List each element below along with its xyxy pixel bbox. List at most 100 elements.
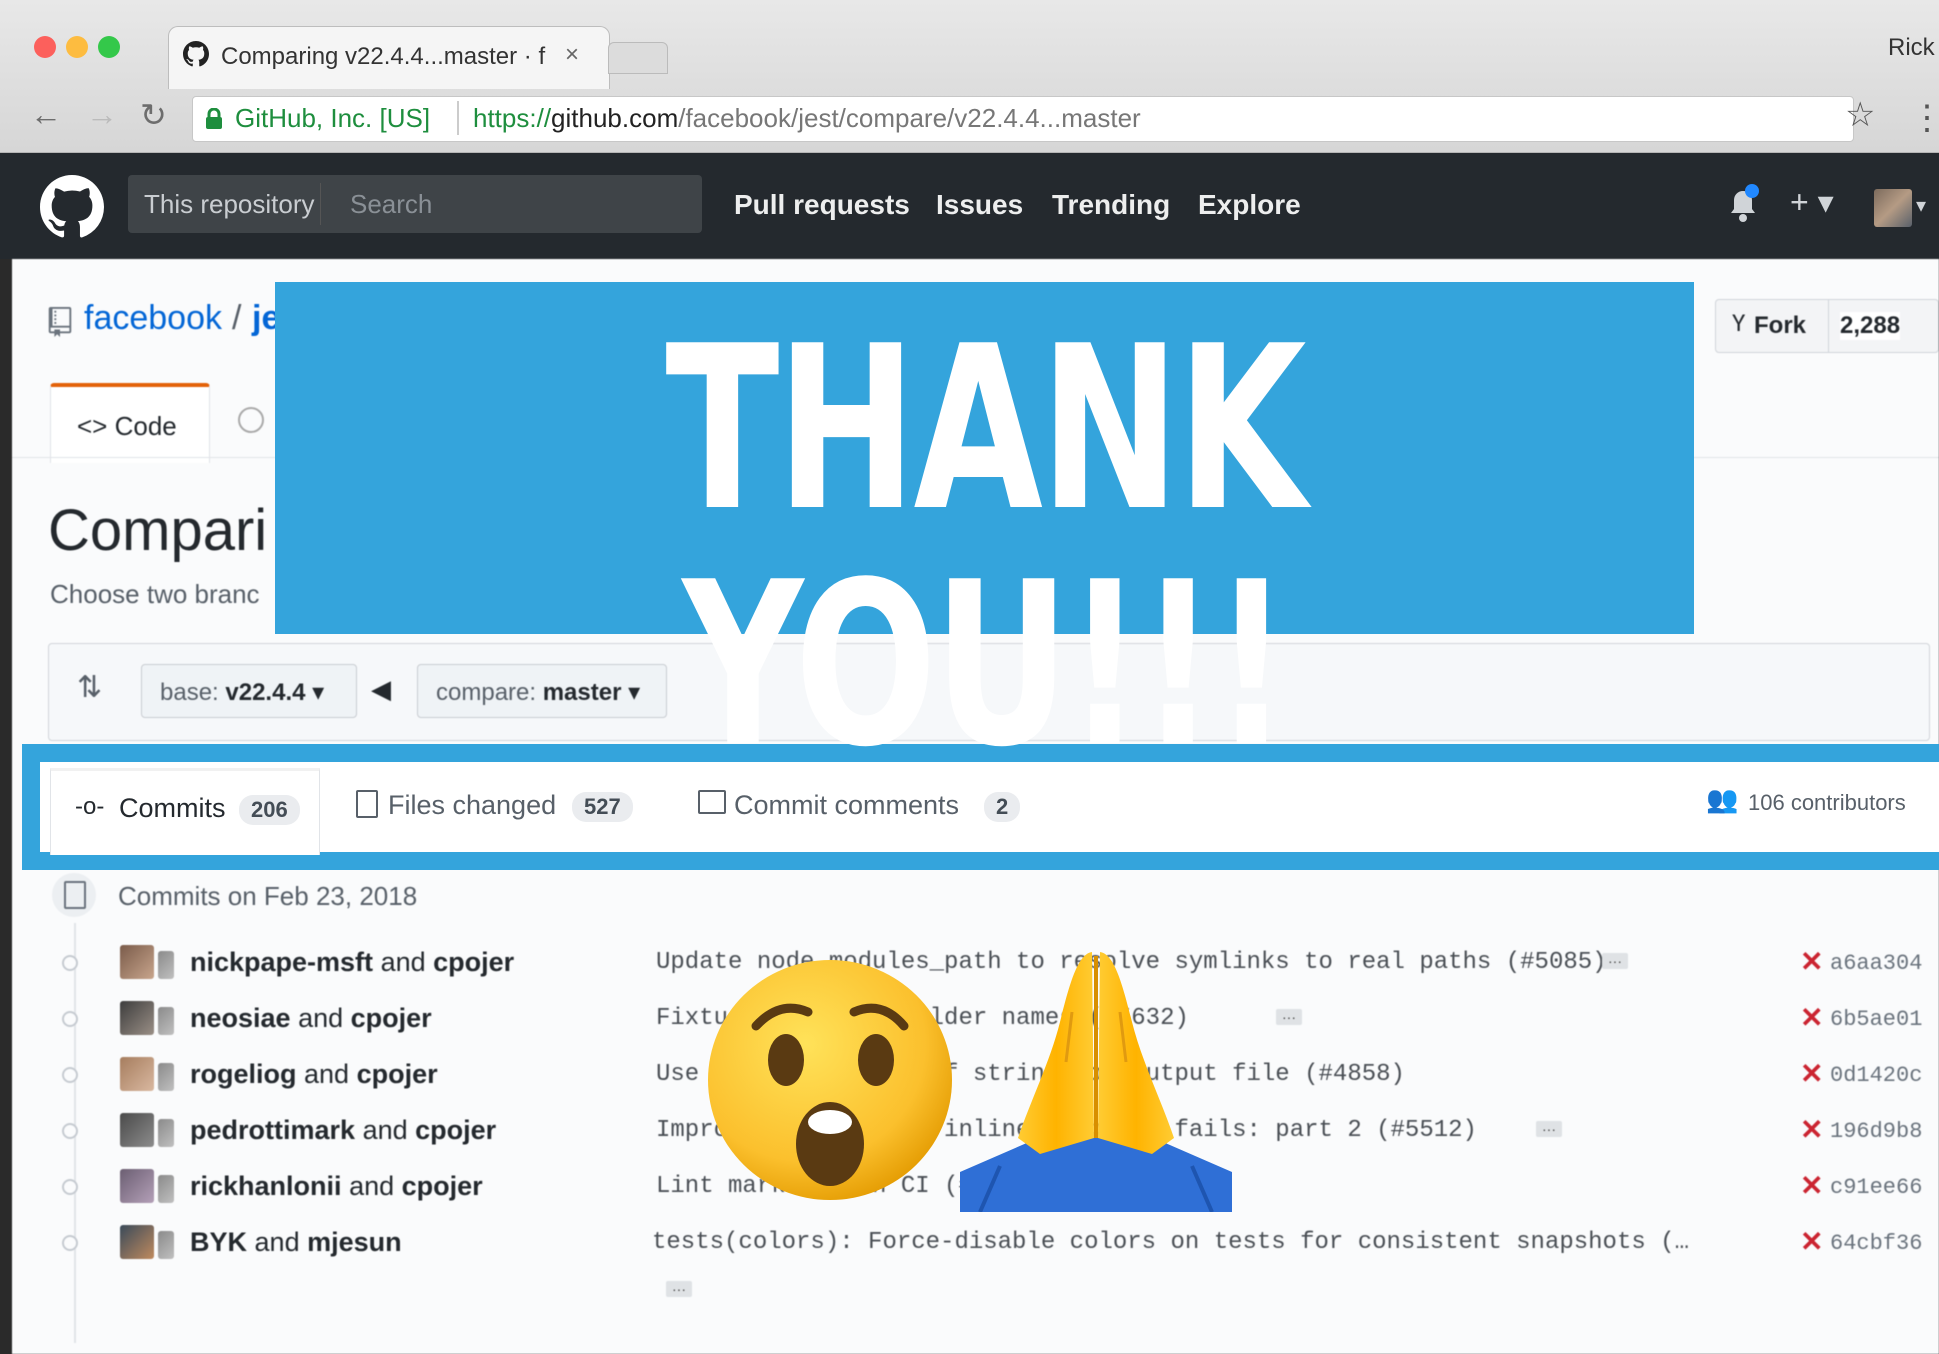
search-divider — [320, 183, 321, 225]
user-avatar[interactable] — [1874, 189, 1912, 227]
nav-trending[interactable]: Trending — [1052, 189, 1170, 221]
close-window-button[interactable] — [34, 36, 56, 58]
coauthor-avatar[interactable] — [158, 1175, 174, 1203]
commit-author-link[interactable]: rogeliog — [190, 1059, 297, 1089]
url-path: /facebook/jest/compare/v22.4.4...master — [678, 103, 1141, 133]
commit-author-link[interactable]: neosiae — [190, 1003, 291, 1033]
commit-coauthor-link[interactable]: cpojer — [415, 1115, 496, 1145]
expand-message-button[interactable]: ··· — [1276, 1009, 1302, 1025]
search-input[interactable]: Search — [350, 189, 432, 220]
ci-failed-icon[interactable]: ✕ — [1800, 1001, 1823, 1034]
minimize-window-button[interactable] — [66, 36, 88, 58]
expand-message-button[interactable]: ··· — [1536, 1121, 1562, 1137]
commit-author-link[interactable]: BYK — [190, 1227, 247, 1257]
commit-coauthor-link[interactable]: cpojer — [433, 947, 514, 977]
ci-failed-icon[interactable]: ✕ — [1800, 1057, 1823, 1090]
nav-explore[interactable]: Explore — [1198, 189, 1301, 221]
forward-arrow-icon[interactable]: → — [86, 96, 118, 133]
commit-sha-link[interactable]: a6aa304 — [1830, 951, 1922, 976]
author-avatar[interactable] — [120, 945, 154, 979]
coauthor-avatar[interactable] — [158, 1231, 174, 1259]
author-joiner: and — [349, 1171, 395, 1201]
contributors-link[interactable]: 106 contributors — [1748, 790, 1906, 816]
ci-failed-icon[interactable]: ✕ — [1800, 1225, 1823, 1258]
browser-menu-icon[interactable]: ⋮ — [1910, 98, 1939, 138]
tab-code[interactable]: <> Code — [50, 383, 210, 463]
repo-owner-link[interactable]: facebook — [84, 299, 222, 338]
commit-sha-link[interactable]: c91ee66 — [1830, 1175, 1922, 1200]
commit-group-heading: Commits on Feb 23, 2018 — [118, 881, 418, 911]
bookmark-star-icon[interactable]: ☆ — [1845, 95, 1875, 135]
fork-button[interactable]: Ү Fork 2,288 — [1715, 299, 1939, 353]
commit-group-icon — [52, 873, 96, 917]
fork-label: Fork — [1754, 312, 1807, 339]
author-joiner: and — [254, 1227, 300, 1257]
commit-author-link[interactable]: nickpape-msft — [190, 947, 373, 977]
author-avatar[interactable] — [120, 1169, 154, 1203]
commit-coauthor-link[interactable]: cpojer — [402, 1171, 483, 1201]
browser-user-name[interactable]: Rick — [1888, 34, 1935, 62]
folded-hands-emoji-icon — [960, 952, 1232, 1212]
notification-bell-icon[interactable] — [1726, 183, 1760, 225]
page-title: Compari — [48, 498, 268, 563]
nav-pull-requests[interactable]: Pull requests — [734, 189, 910, 221]
commit-author-link[interactable]: rickhanlonii — [190, 1171, 342, 1201]
search-box[interactable]: This repository Search — [128, 175, 702, 233]
commit-row: BYK and mjesun tests(colors): Force-disab… — [12, 1217, 1939, 1297]
commit-dot-icon — [62, 1235, 78, 1251]
back-arrow-icon[interactable]: ← — [30, 96, 62, 133]
commit-sha-link[interactable]: 0d1420c — [1830, 1063, 1922, 1088]
fork-icon: Ү — [1732, 310, 1746, 337]
banner-text: THANK YOU!!! — [665, 298, 1306, 797]
browser-tab-active[interactable]: Comparing v22.4.4...master · f × — [168, 26, 610, 89]
reload-icon[interactable]: ↻ — [140, 96, 167, 134]
commit-coauthor-link[interactable]: cpojer — [351, 1003, 432, 1033]
search-scope-label: This repository — [144, 189, 315, 219]
commit-dot-icon — [62, 1123, 78, 1139]
nav-issues[interactable]: Issues — [936, 189, 1023, 221]
coauthor-avatar[interactable] — [158, 1007, 174, 1035]
commit-coauthor-link[interactable]: cpojer — [357, 1059, 438, 1089]
expand-message-button[interactable]: ··· — [666, 1281, 692, 1297]
author-avatar[interactable] — [120, 1225, 154, 1259]
ci-failed-icon[interactable]: ✕ — [1800, 945, 1823, 978]
fork-count[interactable]: 2,288 — [1840, 312, 1901, 340]
issues-tab-icon[interactable] — [238, 407, 264, 433]
address-bar[interactable]: GitHub, Inc. [US] https://github.com/fac… — [192, 96, 1875, 142]
url-scheme: https:// — [473, 103, 552, 133]
swap-branches-icon[interactable]: ⇅ — [77, 670, 102, 705]
commit-message-link[interactable]: tests(colors): Force-disable colors on t… — [652, 1229, 1689, 1256]
new-tab-button[interactable] — [608, 42, 668, 74]
ci-failed-icon[interactable]: ✕ — [1800, 1113, 1823, 1146]
author-joiner: and — [380, 947, 426, 977]
maximize-window-button[interactable] — [98, 36, 120, 58]
create-new-dropdown[interactable]: + ▾ — [1790, 183, 1834, 221]
author-avatar[interactable] — [120, 1057, 154, 1091]
coauthor-avatar[interactable] — [158, 1119, 174, 1147]
base-branch-select[interactable]: base: v22.4.4 ▾ — [141, 664, 357, 718]
author-joiner: and — [304, 1059, 350, 1089]
commit-author-link[interactable]: pedrottimark — [190, 1115, 355, 1145]
author-avatar[interactable] — [120, 1113, 154, 1147]
site-identity-label[interactable]: GitHub, Inc. [US] — [235, 103, 430, 134]
commit-authors: nickpape-msft and cpojer — [190, 947, 514, 978]
coauthor-avatar[interactable] — [158, 951, 174, 979]
avatar-chevron-down-icon[interactable]: ▾ — [1916, 193, 1926, 218]
commit-sha-link[interactable]: 64cbf36 — [1830, 1231, 1922, 1256]
commit-coauthor-link[interactable]: mjesun — [307, 1227, 402, 1257]
url-text[interactable]: https://github.com/facebook/jest/compare… — [473, 103, 1141, 134]
tab-files-changed[interactable]: Files changed — [388, 790, 556, 821]
author-avatar[interactable] — [120, 1001, 154, 1035]
browser-chrome: Comparing v22.4.4...master · f × Rick ← … — [0, 0, 1939, 153]
commit-sha-link[interactable]: 6b5ae01 — [1830, 1007, 1922, 1032]
repo-separator: / — [232, 299, 242, 337]
coauthor-avatar[interactable] — [158, 1063, 174, 1091]
ci-failed-icon[interactable]: ✕ — [1800, 1169, 1823, 1202]
github-header: This repository Search Pull requests Iss… — [0, 153, 1939, 259]
expand-message-button[interactable]: ··· — [1602, 953, 1628, 969]
tab-close-icon[interactable]: × — [565, 41, 579, 69]
commit-authors: pedrottimark and cpojer — [190, 1115, 496, 1146]
commit-sha-link[interactable]: 196d9b8 — [1830, 1119, 1922, 1144]
github-logo-icon[interactable] — [40, 175, 104, 239]
tab-commits[interactable]: -o- Commits 206 — [50, 768, 320, 855]
